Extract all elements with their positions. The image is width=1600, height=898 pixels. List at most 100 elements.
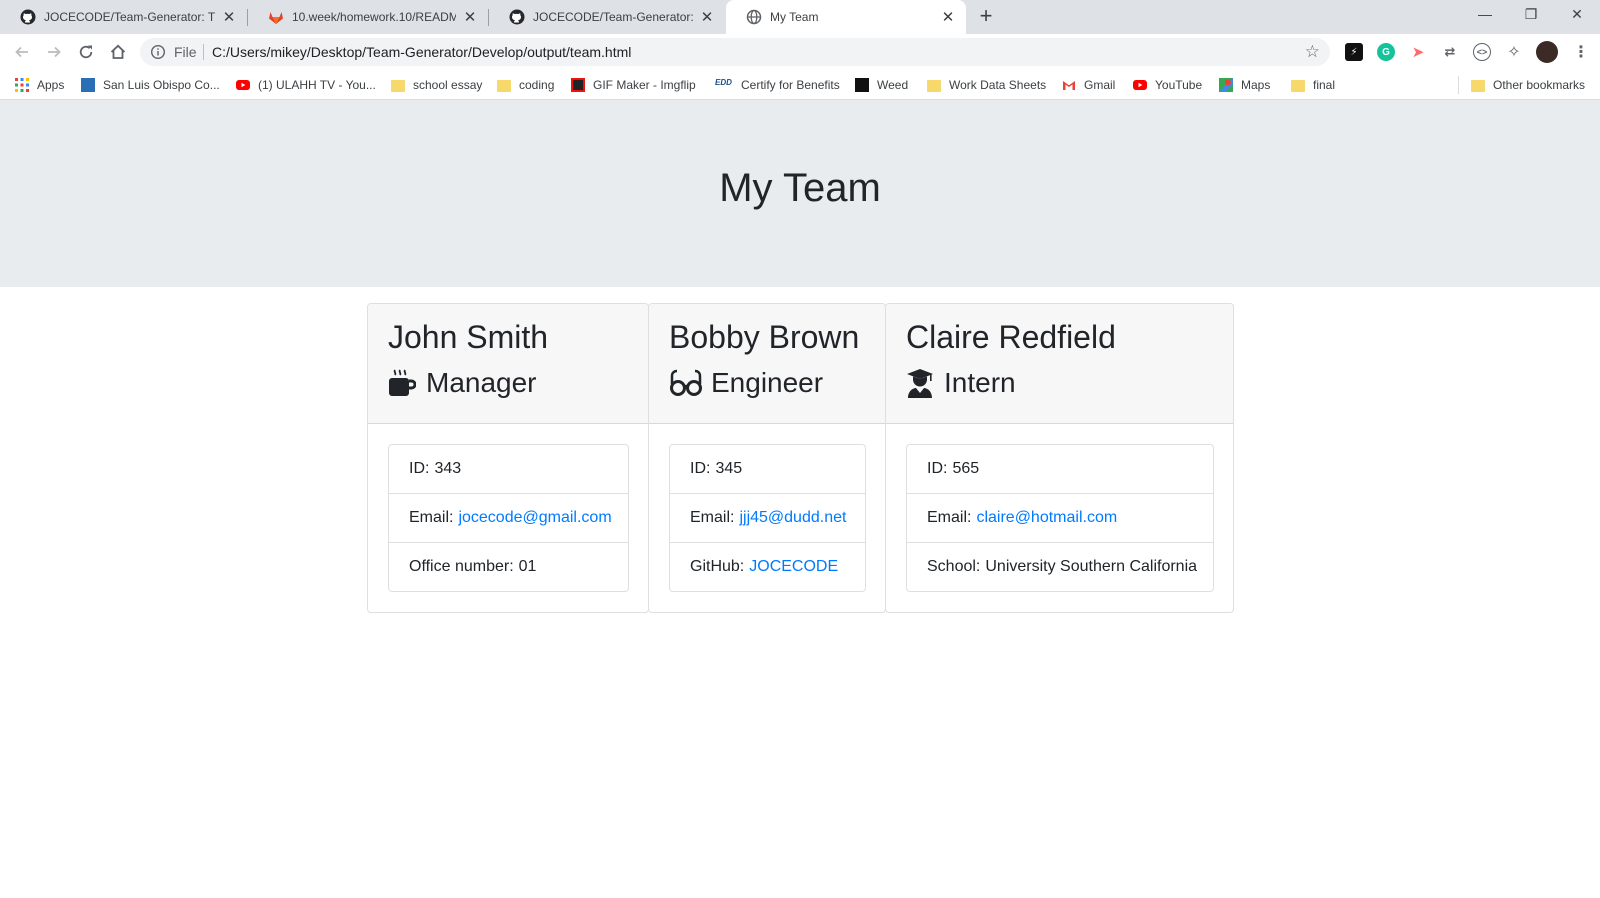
list-item-email: Email: jocecode@gmail.com — [389, 493, 628, 542]
id-label: ID: — [409, 460, 430, 477]
list-item-id: ID: 345 — [670, 445, 865, 493]
bookmark-final[interactable]: final — [1291, 76, 1335, 94]
info-list: ID: 343 Email: jocecode@gmail.com Office… — [388, 444, 629, 592]
forward-button[interactable] — [42, 41, 66, 63]
email-label: Email: — [409, 509, 454, 526]
bookmarks-divider — [1458, 76, 1459, 94]
imgflip-icon — [571, 78, 585, 92]
employee-role: Intern — [906, 367, 1016, 399]
home-button[interactable] — [106, 41, 130, 63]
bookmark-maps[interactable]: Maps — [1219, 76, 1270, 94]
reload-button[interactable] — [74, 41, 98, 63]
reload-icon — [79, 45, 93, 59]
folder-icon — [927, 79, 941, 92]
tab-close-icon[interactable]: ✕ — [699, 8, 715, 26]
bookmark-label: Apps — [37, 78, 65, 92]
bookmark-label: San Luis Obispo Co... — [103, 78, 220, 92]
email-link[interactable]: jocecode@gmail.com — [458, 509, 611, 527]
bookmarks-bar: Apps San Luis Obispo Co... (1) ULAHH TV … — [0, 70, 1600, 100]
school-label: School: — [927, 558, 981, 575]
list-item-id: ID: 343 — [389, 445, 628, 493]
bookmark-ulahh-tv[interactable]: (1) ULAHH TV - You... — [236, 76, 376, 94]
tab-close-icon[interactable]: ✕ — [940, 8, 956, 26]
close-window-button[interactable]: ✕ — [1554, 0, 1600, 30]
avatar[interactable] — [1536, 41, 1558, 63]
bookmark-label: YouTube — [1155, 78, 1203, 92]
card-header: Bobby Brown Engineer — [649, 304, 885, 424]
new-tab-button[interactable]: + — [973, 4, 999, 30]
youtube-icon — [236, 80, 250, 90]
bookmark-label: Weed — [877, 78, 909, 92]
email-label: Email: — [927, 509, 972, 526]
coffee-mug-icon — [388, 367, 418, 399]
tab-team-generator-1[interactable]: JOCECODE/Team-Generator: This ✕ — [0, 0, 247, 34]
bookmark-apps[interactable]: Apps — [15, 76, 64, 94]
info-icon[interactable] — [150, 44, 166, 65]
role-label: Manager — [426, 367, 537, 398]
bookmark-coding[interactable]: coding — [497, 76, 554, 94]
tab-team-generator-2[interactable]: JOCECODE/Team-Generator: This ✕ — [489, 0, 725, 34]
folder-icon — [391, 79, 405, 92]
apps-grid-icon — [15, 78, 29, 92]
address-bar[interactable]: File C:/Users/mikey/Desktop/Team-Generat… — [140, 38, 1330, 66]
list-item-email: Email: jjj45@dudd.net — [670, 493, 865, 542]
tab-readme[interactable]: 10.week/homework.10/README. ✕ — [248, 0, 488, 34]
employee-name: Claire Redfield — [906, 319, 1116, 355]
bookmark-work-data-sheets[interactable]: Work Data Sheets — [927, 76, 1046, 94]
url-text[interactable]: C:/Users/mikey/Desktop/Team-Generator/De… — [212, 44, 631, 60]
grammarly-icon[interactable]: G — [1377, 43, 1395, 61]
site-icon — [81, 78, 95, 92]
translate-extension-icon[interactable]: ⇄ — [1441, 43, 1459, 61]
list-item-email: Email: claire@hotmail.com — [907, 493, 1213, 542]
card-header: John Smith Manager — [368, 304, 648, 424]
menu-dots-icon[interactable]: ⋮ — [1572, 43, 1590, 61]
browser-toolbar: File C:/Users/mikey/Desktop/Team-Generat… — [0, 34, 1600, 70]
site-icon — [855, 78, 869, 92]
bookmark-imgflip[interactable]: GIF Maker - Imgflip — [571, 76, 696, 94]
youtube-icon — [1133, 80, 1147, 90]
email-label: Email: — [690, 509, 735, 526]
email-link[interactable]: claire@hotmail.com — [976, 509, 1117, 527]
minimize-button[interactable]: — — [1462, 0, 1508, 30]
bookmark-label: Certify for Benefits — [741, 78, 840, 92]
employee-name: Bobby Brown — [669, 319, 860, 355]
bookmark-certify-benefits[interactable]: EDD Certify for Benefits — [715, 76, 840, 94]
restore-button[interactable]: ❐ — [1508, 0, 1554, 30]
folder-icon — [1291, 79, 1305, 92]
dev-extension-icon[interactable]: <> — [1473, 43, 1491, 61]
github-icon — [509, 9, 525, 25]
bookmark-weed[interactable]: Weed — [855, 76, 908, 94]
cast-extension-icon[interactable]: ➤ — [1409, 43, 1427, 61]
github-label: GitHub: — [690, 558, 745, 575]
tab-my-team[interactable]: My Team ✕ — [726, 0, 966, 34]
page-title: My Team — [719, 166, 881, 210]
tab-title: 10.week/homework.10/README. — [292, 10, 456, 24]
back-button[interactable] — [10, 41, 34, 63]
bookmark-school-essay[interactable]: school essay — [391, 76, 482, 94]
role-label: Intern — [944, 367, 1016, 398]
extension-icon[interactable]: ⚡ — [1345, 43, 1363, 61]
bookmark-label: Other bookmarks — [1493, 78, 1586, 92]
list-item-office: Office number: 01 — [389, 542, 628, 591]
star-icon[interactable]: ☆ — [1305, 42, 1320, 62]
puzzle-icon[interactable]: ✧ — [1505, 43, 1523, 61]
tab-close-icon[interactable]: ✕ — [221, 8, 237, 26]
arrow-right-icon — [48, 46, 61, 58]
email-link[interactable]: jjj45@dudd.net — [739, 509, 846, 527]
gmail-icon — [1063, 81, 1075, 90]
other-bookmarks[interactable]: Other bookmarks — [1471, 76, 1585, 94]
bookmark-label: Work Data Sheets — [949, 78, 1047, 92]
bookmark-san-luis-obispo[interactable]: San Luis Obispo Co... — [81, 76, 220, 94]
arrow-left-icon — [15, 46, 28, 58]
tab-close-icon[interactable]: ✕ — [462, 8, 478, 26]
bookmark-youtube[interactable]: YouTube — [1133, 76, 1202, 94]
bookmark-label: school essay — [413, 78, 483, 92]
bookmark-gmail[interactable]: Gmail — [1062, 76, 1115, 94]
maps-icon — [1219, 78, 1233, 92]
glasses-icon — [669, 367, 703, 399]
omnibox-divider — [203, 44, 204, 60]
id-label: ID: — [927, 460, 948, 477]
folder-icon — [1471, 79, 1485, 92]
github-link[interactable]: JOCECODE — [749, 558, 838, 576]
id-label: ID: — [690, 460, 711, 477]
